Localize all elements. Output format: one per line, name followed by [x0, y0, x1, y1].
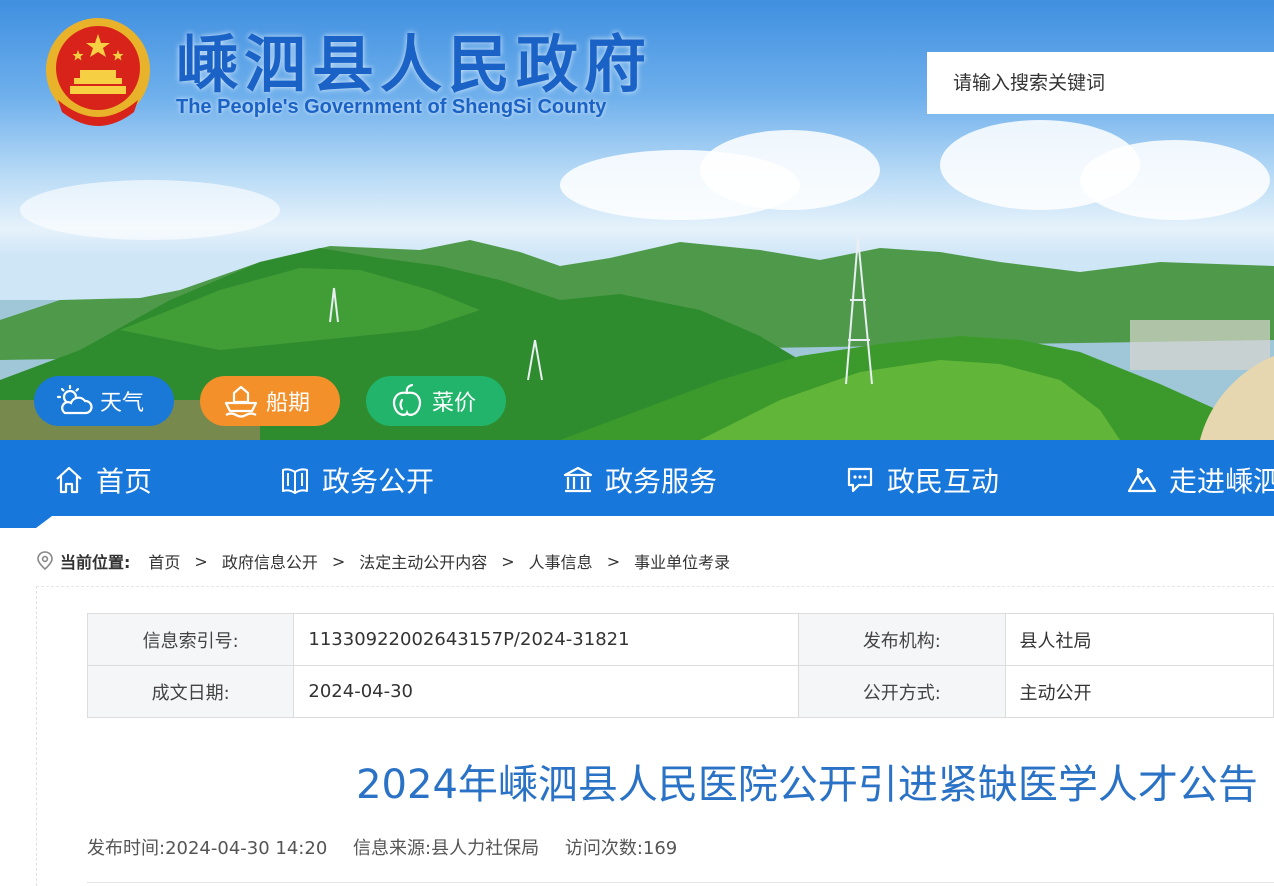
search-input[interactable] — [927, 52, 1274, 114]
weather-button[interactable]: 天气 — [34, 376, 174, 426]
date-label: 成文日期: — [86, 665, 295, 718]
breadcrumb-link-gov-info[interactable]: 政府信息公开 — [222, 549, 318, 573]
nav-item-home[interactable]: 首页 — [54, 458, 152, 502]
nav-item-label: 政务公开 — [322, 465, 435, 498]
nav-item-label: 首页 — [96, 465, 153, 498]
weather-label: 天气 — [100, 391, 145, 416]
article-title: 2024年嵊泗县人民医院公开引进紧缺医学人才公告 — [356, 762, 1258, 808]
nav-item-about-shengsi[interactable]: 走进嵊泗 — [1127, 458, 1274, 502]
nav-item-label: 政民互动 — [887, 465, 1000, 498]
national-emblem-icon — [46, 18, 150, 126]
site-title: 嵊泗县人民政府 — [176, 28, 653, 101]
home-icon — [56, 466, 82, 494]
header-banner: 嵊泗县人民政府 The People's Government of Sheng… — [0, 0, 1274, 440]
location-pin-icon — [37, 551, 53, 571]
article-meta: 发布时间:2024-04-30 14:20 信息来源:县人力社保局 访问次数:1… — [87, 834, 697, 860]
breadcrumb-link-statutory[interactable]: 法定主动公开内容 — [359, 549, 487, 573]
info-source: 信息来源:县人力社保局 — [353, 838, 540, 859]
nav-item-label: 政务服务 — [605, 465, 718, 498]
vegetable-label: 菜价 — [432, 391, 477, 416]
divider — [87, 882, 1274, 883]
nav-item-label: 走进嵊泗 — [1169, 465, 1274, 498]
visit-count: 访问次数:169 — [564, 838, 678, 859]
breadcrumb-separator: > — [194, 551, 208, 571]
nav-item-government-services[interactable]: 政务服务 — [563, 458, 717, 502]
book-icon — [282, 468, 308, 494]
breadcrumb-separator: > — [331, 551, 346, 571]
main-nav: 首页 政务公开 政务服务 政民互动 走进嵊泗 — [0, 440, 1274, 528]
ship-label: 船期 — [266, 391, 311, 416]
publisher-label: 发布机构: — [798, 613, 1006, 666]
breadcrumb: 当前位置: 首页 > 政府信息公开 > 法定主动公开内容 > 人事信息 > 事业… — [36, 549, 730, 573]
breadcrumb-link-recruitment[interactable]: 事业单位考录 — [634, 549, 730, 573]
method-value: 主动公开 — [1004, 665, 1274, 718]
breadcrumb-separator: > — [501, 551, 515, 571]
index-value: 11330922002643157P/2024-31821 — [293, 613, 800, 666]
building-icon — [563, 466, 593, 493]
chat-icon — [847, 467, 873, 493]
publish-time: 发布时间:2024-04-30 14:20 — [87, 838, 328, 859]
nav-item-public-interaction[interactable]: 政民互动 — [845, 458, 999, 502]
index-label: 信息索引号: — [86, 613, 295, 666]
table-row: 成文日期: 2024-04-30 公开方式: 主动公开 — [86, 665, 1274, 718]
vegetable-price-button[interactable]: 菜价 — [366, 376, 506, 426]
site-subtitle: The People's Government of ShengSi Count… — [176, 96, 607, 118]
weather-icon — [56, 384, 93, 415]
nav-item-government-affairs[interactable]: 政务公开 — [280, 458, 434, 502]
breadcrumb-link-home[interactable]: 首页 — [148, 549, 180, 573]
mountain-icon — [1127, 467, 1157, 493]
publisher-value: 县人社局 — [1004, 613, 1274, 666]
date-value: 2024-04-30 — [293, 665, 800, 718]
breadcrumb-link-personnel[interactable]: 人事信息 — [529, 549, 593, 573]
vegetable-icon — [392, 384, 422, 416]
table-row: 信息索引号: 11330922002643157P/2024-31821 发布机… — [86, 613, 1274, 666]
ship-schedule-button[interactable]: 船期 — [200, 376, 340, 426]
breadcrumb-label: 当前位置: — [60, 553, 131, 572]
method-label: 公开方式: — [798, 665, 1006, 718]
ship-icon — [224, 385, 258, 418]
breadcrumb-separator: > — [606, 551, 621, 571]
info-table: 信息索引号: 11330922002643157P/2024-31821 发布机… — [86, 613, 1274, 718]
